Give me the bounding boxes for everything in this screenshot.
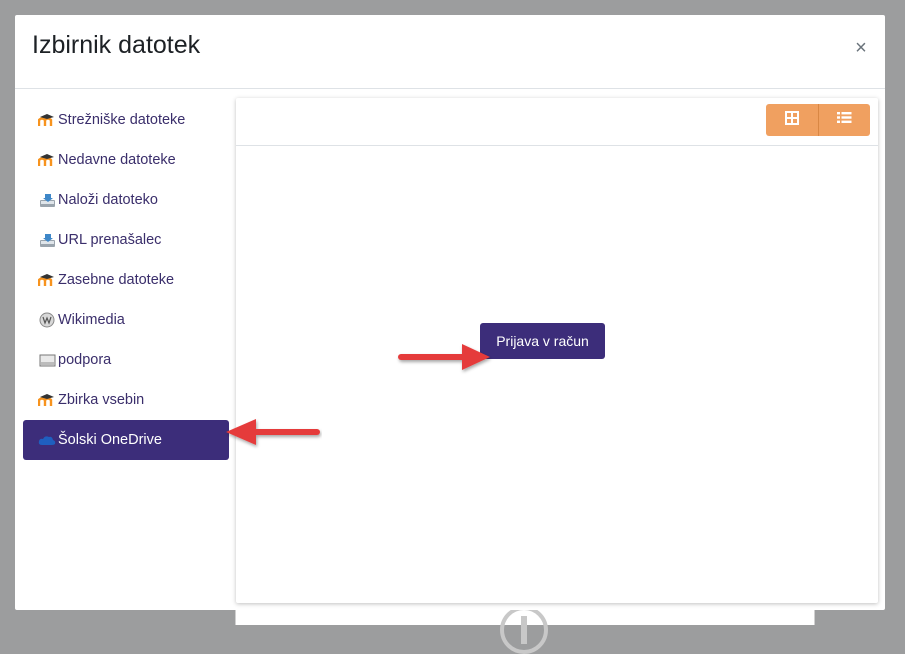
wikimedia-icon [38,312,56,328]
content-toolbar [236,98,878,146]
dialog-header: Izbirnik datotek × [15,15,885,89]
sidebar-item-label: Zbirka vsebin [58,392,145,408]
folder-icon [38,352,56,368]
sidebar-item-private-files[interactable]: Zasebne datoteke [23,260,229,300]
sidebar-item-label: Strežniške datoteke [58,112,186,128]
sidebar-item-podpora[interactable]: podpora [23,340,229,380]
view-toggle-group [766,104,870,136]
upload-icon [38,232,56,248]
annotation-arrow-left-icon [226,419,320,445]
sidebar-item-label: podpora [58,352,112,368]
sidebar-item-label: URL prenašalec [58,232,162,248]
sidebar-item-label: Wikimedia [58,312,125,328]
onedrive-icon [38,432,56,448]
moodle-icon [38,272,56,288]
sidebar-item-school-onedrive[interactable]: Šolski OneDrive [23,420,229,460]
moodle-icon [38,392,56,408]
sidebar-item-wikimedia[interactable]: Wikimedia [23,300,229,340]
list-view-icon [836,111,852,129]
moodle-icon [38,152,56,168]
sidebar-item-label: Šolski OneDrive [58,432,162,448]
grid-view-button[interactable] [766,104,818,136]
close-icon[interactable]: × [851,38,871,58]
sidebar-item-label: Zasebne datoteke [58,272,175,288]
background-add-icon [500,606,548,654]
annotation-arrow-right-icon [398,344,490,370]
upload-icon [38,192,56,208]
login-button[interactable]: Prijava v račun [480,323,605,359]
sidebar-item-label: Nedavne datoteke [58,152,176,168]
sidebar-item-server-files[interactable]: Strežniške datoteke [23,100,229,140]
sidebar-item-upload-file[interactable]: Naloži datoteko [23,180,229,220]
sidebar-item-recent-files[interactable]: Nedavne datoteke [23,140,229,180]
sidebar-item-label: Naloži datoteko [58,192,158,208]
dialog-title: Izbirnik datotek [32,31,201,59]
file-picker-dialog: Izbirnik datotek × Strežniške datoteke N… [15,15,885,610]
list-view-button[interactable] [817,104,870,136]
sidebar-item-content-bank[interactable]: Zbirka vsebin [23,380,229,420]
moodle-icon [38,112,56,128]
repository-sidebar: Strežniške datoteke Nedavne datoteke Nal… [23,100,233,600]
grid-view-icon [784,110,799,130]
sidebar-item-url-downloader[interactable]: URL prenašalec [23,220,229,260]
